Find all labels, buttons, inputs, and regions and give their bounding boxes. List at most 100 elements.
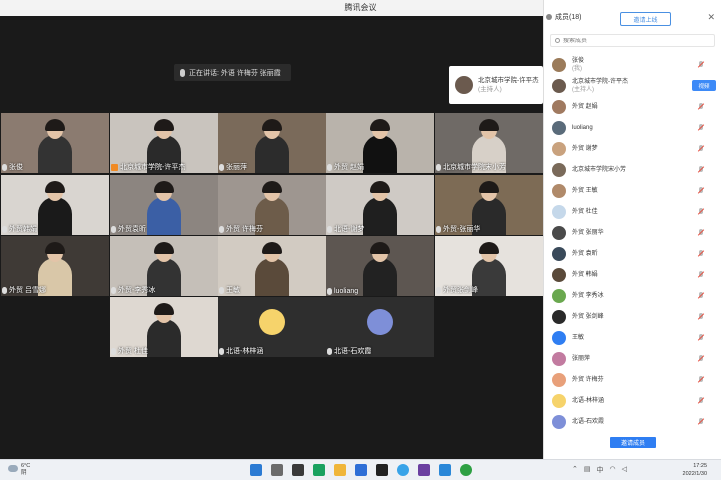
video-tile[interactable]: luoliang (326, 236, 434, 296)
onenote-icon[interactable] (418, 464, 430, 476)
file-explorer-icon[interactable] (334, 464, 346, 476)
host-name: 北京城市学院-许平杰 (478, 77, 539, 84)
video-tile[interactable]: 外贸 许梅芬 (218, 175, 326, 235)
video-tile[interactable]: 外贸韩娟 (1, 175, 109, 235)
mic-muted-icon[interactable] (698, 61, 704, 69)
mic-muted-icon[interactable] (698, 208, 704, 216)
participant-video (363, 242, 397, 296)
host-float-card[interactable]: 北京城市学院-许平杰 (主持人) (449, 66, 543, 104)
video-tile[interactable]: 张丽萍 (218, 113, 326, 173)
edge-browser-icon[interactable] (313, 464, 325, 476)
video-tile[interactable]: 张俊 (1, 113, 109, 173)
mic-muted-icon[interactable] (698, 145, 704, 153)
participant-row[interactable]: 外贸 张丽华 (544, 222, 721, 243)
weather-widget[interactable]: 6°C 阴 (8, 463, 30, 477)
mic-muted-icon[interactable] (698, 250, 704, 258)
network-icon[interactable]: ▤ (584, 465, 591, 475)
member-search[interactable] (550, 34, 715, 47)
tile-label: 张俊 (2, 162, 23, 172)
chevron-up-icon[interactable]: ⌃ (572, 465, 578, 475)
participant-row[interactable]: 外贸 袁昕 (544, 243, 721, 264)
video-tile[interactable]: 外贸张剑峰 (435, 236, 543, 296)
mic-muted-icon[interactable] (698, 187, 704, 195)
participant-row[interactable]: 外贸 张剑峰 (544, 306, 721, 327)
participants-panel: 成员(18) 邀请上线 ✕ 张俊(我) 北京城市学院-许平杰(主持人) 视频外贸 赵… (543, 0, 721, 459)
participant-name: 外贸 杜佳 (572, 208, 598, 215)
mail-icon[interactable] (355, 464, 367, 476)
mic-muted-icon[interactable] (698, 124, 704, 132)
mic-muted-icon[interactable] (698, 313, 704, 321)
video-tile[interactable]: 北京城市学院-许平杰 (110, 113, 218, 173)
close-icon[interactable]: ✕ (707, 12, 715, 23)
participant-name: 外贸 杜佳 (118, 348, 148, 355)
mic-icon (327, 225, 332, 233)
invite-button[interactable]: 邀请成员 (610, 436, 656, 448)
participant-row[interactable]: 北语-林梓涵 (544, 390, 721, 411)
mic-muted-icon[interactable] (698, 229, 704, 237)
mic-muted-icon[interactable] (698, 376, 704, 384)
clock[interactable]: 17:25 2022/1/30 (683, 462, 707, 478)
participant-name: 北京城市学院-许平杰 (572, 78, 628, 85)
speaking-text: 正在讲话: 外语 许梅芬 张丽霞 (189, 69, 281, 77)
participant-name: 外贸 赵娟 (572, 103, 598, 110)
participant-row[interactable]: 外贸 谢梦 (544, 138, 721, 159)
video-tile[interactable]: 王敏 (218, 236, 326, 296)
wifi-icon[interactable]: ◠ (610, 465, 616, 475)
avatar (552, 141, 566, 156)
video-tile[interactable]: 外贸袁昕 (110, 175, 218, 235)
participant-row[interactable]: 北语-石欢霞 (544, 411, 721, 432)
mic-muted-icon[interactable] (698, 292, 704, 300)
participant-name: 外贸张剑峰 (443, 287, 478, 294)
participant-row[interactable]: 外贸 李秀冰 (544, 285, 721, 306)
participant-row[interactable]: 外贸 王敏 (544, 180, 721, 201)
search-icon[interactable] (271, 464, 283, 476)
participant-name: 外贸 许梅芬 (226, 226, 263, 233)
avatar (552, 351, 566, 366)
mic-muted-icon[interactable] (698, 418, 704, 426)
video-tile[interactable]: 外贸-张丽华 (435, 175, 543, 235)
volume-icon[interactable]: ◁ (622, 465, 627, 475)
avatar (552, 267, 566, 282)
start-icon[interactable] (250, 464, 262, 476)
mic-muted-icon[interactable] (698, 103, 704, 111)
mic-muted-icon[interactable] (698, 334, 704, 342)
participant-name: luoliang (572, 124, 593, 131)
video-tile[interactable]: 外贸 吕雪娜 (1, 236, 109, 296)
participant-info: 王敏 (572, 334, 584, 342)
video-tile[interactable]: 北语-谢梦 (326, 175, 434, 235)
participant-name: 外贸 李秀冰 (572, 292, 604, 299)
participant-row[interactable]: luoliang (544, 117, 721, 138)
mic-muted-icon[interactable] (698, 271, 704, 279)
search-input[interactable] (563, 37, 703, 44)
video-tile[interactable]: 外贸 赵娟 (326, 113, 434, 173)
task-view-icon[interactable] (292, 464, 304, 476)
participant-row[interactable]: 北京城市学院-许平杰 (主持人) 视频 (544, 75, 721, 96)
video-tile[interactable]: 外贸 杜佳 (110, 297, 218, 357)
participant-row[interactable]: 王敏 (544, 327, 721, 348)
video-tile[interactable]: 北语-石欢霞 (326, 297, 434, 357)
participant-row[interactable]: 外贸 韩娟 (544, 264, 721, 285)
ime-icon[interactable]: 中 (597, 465, 604, 475)
participant-action-button[interactable]: 视频 (692, 80, 716, 91)
participant-name: 张丽萍 (226, 164, 247, 171)
participant-row[interactable]: 外贸 杜佳 (544, 201, 721, 222)
participant-row[interactable]: 外贸 赵娟 (544, 96, 721, 117)
participant-row[interactable]: 外贸 许梅芬 (544, 369, 721, 390)
participant-row[interactable]: 北京城市学院宋小芳 (544, 159, 721, 180)
mic-muted-icon[interactable] (698, 355, 704, 363)
video-tile[interactable]: 外贸-李秀冰 (110, 236, 218, 296)
participant-row[interactable]: 张俊 (我) (544, 54, 721, 75)
meeting-app-icon[interactable] (439, 464, 451, 476)
app-icon[interactable] (397, 464, 409, 476)
store-icon[interactable] (376, 464, 388, 476)
mic-muted-icon[interactable] (698, 397, 704, 405)
tile-label: 外贸 赵娟 (327, 162, 364, 172)
avatar (552, 204, 566, 219)
participant-row[interactable]: 张丽萍 (544, 348, 721, 369)
video-tile[interactable]: 北语-林梓涵 (218, 297, 326, 357)
share-button[interactable]: 邀请上线 (620, 12, 671, 26)
video-tile[interactable]: 北京城市学院宋小芳 (435, 113, 543, 173)
mic-muted-icon[interactable] (698, 166, 704, 174)
wechat-icon[interactable] (460, 464, 472, 476)
panel-header: 成员(18) 邀请上线 ✕ (544, 0, 721, 32)
